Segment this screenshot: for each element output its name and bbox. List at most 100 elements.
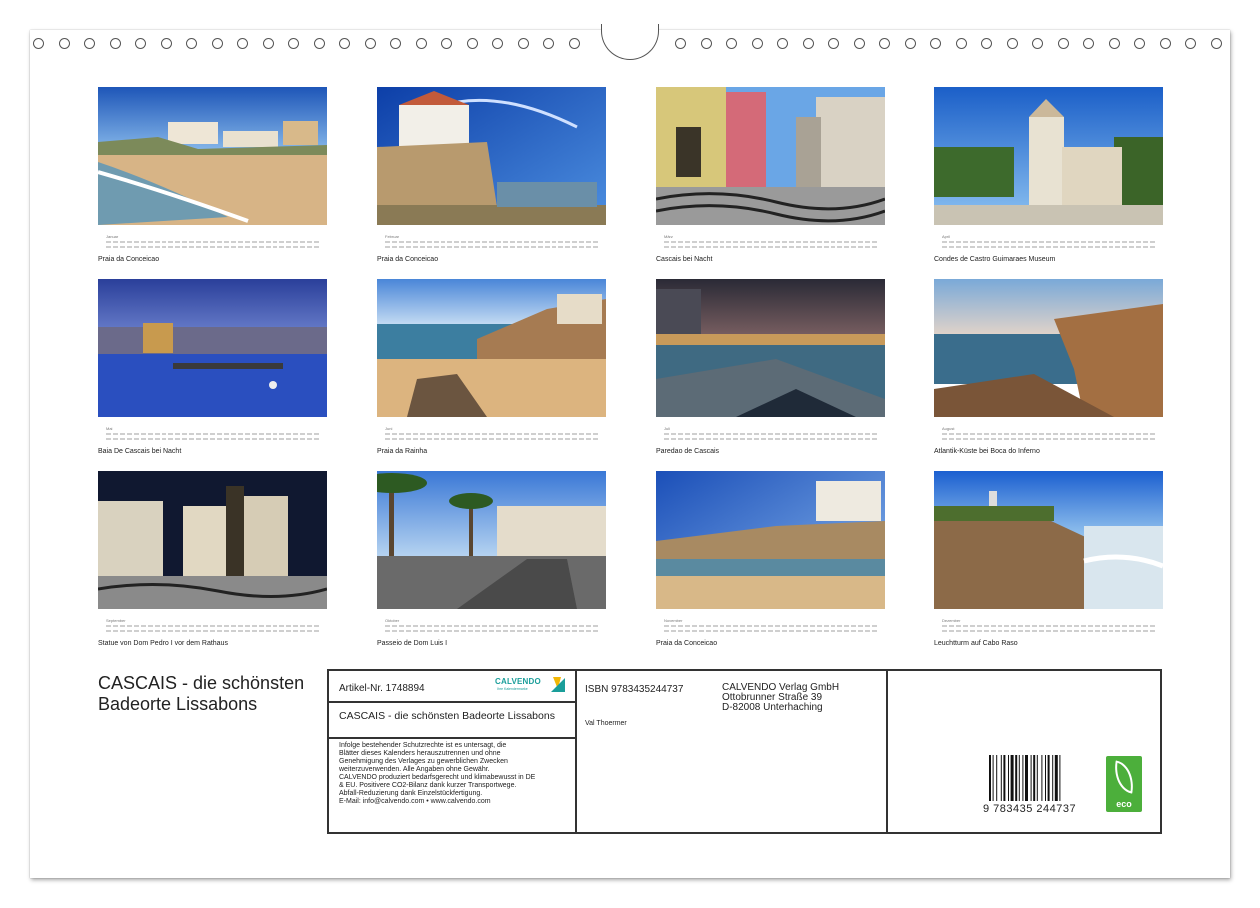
binding-ring — [853, 38, 865, 49]
binding-ring — [466, 38, 478, 49]
binding-ring — [517, 38, 529, 49]
logo-text: CALVENDO — [495, 677, 541, 686]
month-tile: März Cascais bei Nacht — [655, 87, 886, 263]
bay-night-photo — [98, 279, 327, 417]
barcode: 9 783435 244737 — [983, 755, 1088, 817]
binding-ring — [981, 38, 992, 49]
subtitle-row: CASCAIS - die schönsten Badeorte Lissabo… — [329, 703, 575, 739]
month-label: Dezember — [942, 618, 961, 623]
binding-ring — [955, 38, 967, 49]
calendar-title: CASCAIS - die schönsten Badeorte Lissabo… — [98, 673, 305, 714]
museum-photo — [934, 87, 1163, 225]
photo-caption: Praia da Conceicao — [377, 256, 439, 263]
legal-notice: Infolge bestehender Schutzrechte ist es … — [339, 742, 571, 806]
binding-ring — [58, 38, 70, 49]
author: Val Thoermer — [585, 720, 627, 727]
legal-line: E-Mail: info@calvendo.com • www.calvendo… — [339, 798, 491, 805]
month-label: Februar — [385, 234, 400, 239]
month-label: November — [664, 618, 683, 623]
month-tile: Juni Praia da Rainha — [377, 279, 606, 455]
cliffs-photo — [934, 279, 1163, 417]
binding-ring — [726, 38, 737, 49]
month-label: September — [106, 618, 126, 623]
binding-ring — [415, 38, 427, 49]
photo-caption: Praia da Rainha — [377, 448, 428, 455]
photo-caption: Cascais bei Nacht — [656, 256, 713, 263]
photo-caption: Paredao de Cascais — [656, 448, 720, 455]
coast-villa-photo — [656, 471, 885, 609]
legal-line: CALVENDO produziert bedarfsgerecht und k… — [339, 774, 536, 781]
legal-line: Infolge bestehender Schutzrechte ist es … — [339, 742, 507, 749]
binding-ring — [568, 38, 580, 49]
month-tile: April Condes de Castro Guimaraes Museum — [934, 87, 1163, 263]
isbn: ISBN 9783435244737 — [585, 684, 684, 695]
binding-ring — [390, 38, 401, 49]
binding-ring — [802, 38, 814, 49]
beach-rocks-photo — [377, 279, 606, 417]
binding-ring — [211, 38, 223, 49]
month-tile: November Praia da Conceicao — [656, 471, 885, 647]
photo-caption: Atlantik-Küste bei Boca do Inferno — [934, 448, 1040, 455]
binding-ring — [288, 38, 299, 49]
binding-ring — [84, 38, 95, 49]
month-tile: Juli Paredao de Cascais — [656, 279, 885, 455]
month-tile: Mai Baia De Cascais bei Nacht — [98, 279, 327, 455]
month-label: Mai — [106, 426, 113, 431]
imprint-middle-column: ISBN 9783435244737 Val Thoermer CALVENDO… — [577, 671, 888, 832]
binding-ring — [33, 38, 44, 49]
binding-ring — [1057, 38, 1069, 49]
article-row: Artikel-Nr. 1748894 CALVENDO Ihre Kalend… — [329, 671, 575, 703]
lighthouse-photo — [934, 471, 1164, 609]
binding-rings — [0, 0, 1260, 60]
eco-badge: eco — [1106, 756, 1142, 812]
binding-ring — [1134, 38, 1145, 49]
legal-line: Blätter dieses Kalenders herauszutrennen… — [339, 750, 501, 757]
hanger-notch — [601, 24, 659, 60]
binding-ring — [1159, 38, 1171, 49]
rock-villa-photo — [377, 87, 606, 225]
binding-ring — [1006, 38, 1018, 49]
imprint-box: Artikel-Nr. 1748894 CALVENDO Ihre Kalend… — [327, 669, 1162, 834]
binding-ring — [828, 38, 839, 49]
month-tile: Januar Praia da Conceicao — [97, 87, 327, 263]
binding-ring — [160, 38, 172, 49]
photo-caption: Passeio de Dom Luis I — [377, 640, 448, 647]
publisher-line: D-82008 Unterhaching — [722, 702, 823, 713]
binding-ring — [313, 38, 325, 49]
binding-ring — [364, 38, 376, 49]
binding-ring — [109, 38, 121, 49]
binding-ring — [441, 38, 452, 49]
legal-line: weiterzuverwenden. Alle Angaben ohne Gew… — [339, 766, 490, 773]
beach-photo — [97, 87, 327, 225]
month-label: Juni — [385, 426, 393, 431]
binding-ring — [237, 38, 248, 49]
month-label: Juli — [664, 426, 671, 431]
leaf-icon — [1110, 760, 1138, 794]
binding-ring — [777, 38, 788, 49]
binding-ring — [751, 38, 763, 49]
legal-line: Abfall-Reduzierung dank Einzelstückferti… — [339, 790, 483, 797]
binding-ring — [675, 38, 686, 49]
binding-ring — [1108, 38, 1120, 49]
promenade-night-photo — [656, 279, 885, 417]
binding-ring — [700, 38, 712, 49]
imprint-right-column: 9 783435 244737 eco — [888, 671, 1160, 832]
binding-ring — [135, 38, 146, 49]
month-label: Oktober — [385, 618, 400, 623]
month-label: Januar — [106, 234, 119, 239]
binding-ring — [492, 38, 503, 49]
month-tile: September Statue von Dom Pedro I vor dem… — [97, 471, 328, 647]
photo-caption: Condes de Castro Guimaraes Museum — [934, 256, 1056, 263]
imprint-title: CASCAIS - die schönsten Badeorte Lissabo… — [339, 710, 555, 722]
photo-caption: Statue von Dom Pedro I vor dem Rathaus — [98, 640, 228, 647]
statue-photo — [97, 471, 328, 609]
logo-subtitle: Ihre Kalendermarke — [497, 687, 528, 691]
binding-ring — [186, 38, 197, 49]
month-tile: Februar Praia da Conceicao — [377, 87, 606, 263]
palm-road-photo — [357, 471, 606, 609]
binding-ring — [930, 38, 941, 49]
month-tile: Oktober Passeio de Dom Luis I — [357, 471, 606, 647]
legal-line: & EU. Positivere CO2-Bilanz dank kurzer … — [339, 782, 517, 789]
photo-caption: Baia De Cascais bei Nacht — [98, 448, 182, 455]
barcode-bars-icon — [989, 755, 1061, 801]
